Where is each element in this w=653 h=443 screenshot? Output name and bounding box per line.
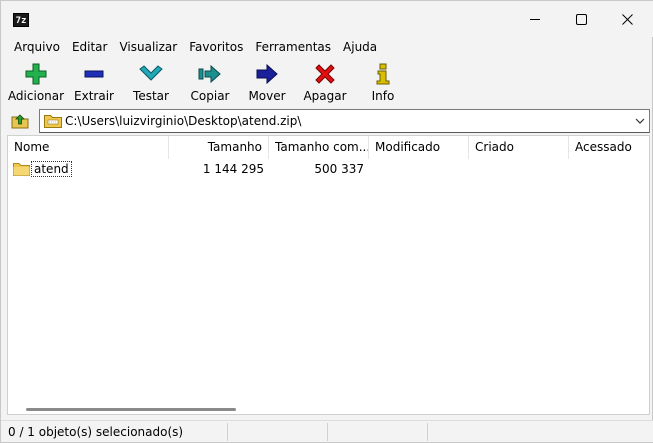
move-label: Mover xyxy=(248,89,286,103)
extract-button[interactable]: Extrair xyxy=(65,59,123,105)
maximize-button[interactable] xyxy=(558,1,604,37)
add-label: Adicionar xyxy=(7,89,65,103)
column-header-created[interactable]: Criado xyxy=(469,136,569,159)
item-modified xyxy=(375,160,469,178)
item-size: 1 144 295 xyxy=(202,162,264,176)
check-icon xyxy=(139,65,163,81)
copy-arrow-icon xyxy=(198,64,221,84)
title-bar: 7z xyxy=(1,1,653,37)
chevron-down-icon[interactable] xyxy=(635,116,645,126)
extract-label: Extrair xyxy=(74,89,114,103)
test-button[interactable]: Testar xyxy=(122,59,180,105)
delete-label: Apagar xyxy=(303,89,347,103)
folder-icon xyxy=(13,163,30,176)
menu-favoritos[interactable]: Favoritos xyxy=(183,37,249,57)
menu-visualizar[interactable]: Visualizar xyxy=(113,37,183,57)
menu-ferramentas[interactable]: Ferramentas xyxy=(249,37,337,57)
close-icon xyxy=(621,13,633,25)
window: 7z Arquivo Editar Visualizar Favoritos F… xyxy=(0,0,653,443)
minimize-button[interactable] xyxy=(512,1,558,37)
plus-icon xyxy=(25,63,47,85)
item-accessed xyxy=(575,160,649,178)
info-label: Info xyxy=(371,89,395,103)
test-label: Testar xyxy=(133,89,169,103)
column-header-name[interactable]: Nome xyxy=(8,136,169,159)
move-button[interactable]: Mover xyxy=(238,59,296,105)
toolbar: Adicionar Extrair Testar Copiar Mover Ap… xyxy=(1,59,653,105)
list-item[interactable]: atend 1 144 295 500 337 xyxy=(8,160,649,178)
menu-ajuda[interactable]: Ajuda xyxy=(337,37,383,57)
list-header: Nome Tamanho Tamanho com... Modificado C… xyxy=(8,136,649,159)
delete-button[interactable]: Apagar xyxy=(296,59,354,105)
copy-button[interactable]: Copiar xyxy=(181,59,239,105)
column-header-accessed[interactable]: Acessado xyxy=(569,136,649,159)
up-folder-button[interactable] xyxy=(9,110,31,132)
column-header-modified[interactable]: Modificado xyxy=(369,136,469,159)
column-header-packed-size[interactable]: Tamanho com... xyxy=(269,136,369,159)
item-packed-size: 500 337 xyxy=(314,162,364,176)
info-button[interactable]: Info xyxy=(354,59,412,105)
item-name-cell: atend xyxy=(13,160,72,178)
item-name: atend xyxy=(31,161,72,177)
menu-bar: Arquivo Editar Visualizar Favoritos Ferr… xyxy=(1,37,653,57)
folder-up-icon xyxy=(11,114,29,129)
delete-x-icon xyxy=(315,64,335,84)
address-path: C:\Users\luizvirginio\Desktop\atend.zip\ xyxy=(65,114,302,128)
address-bar: C:\Users\luizvirginio\Desktop\atend.zip\ xyxy=(1,108,653,134)
maximize-icon xyxy=(575,13,587,25)
minus-icon xyxy=(84,70,104,78)
menu-editar[interactable]: Editar xyxy=(66,37,114,57)
app-icon: 7z xyxy=(13,13,29,27)
move-arrow-icon xyxy=(256,63,278,85)
status-bar: 0 / 1 objeto(s) selecionado(s) xyxy=(1,420,653,442)
file-list[interactable]: Nome Tamanho Tamanho com... Modificado C… xyxy=(7,135,650,415)
horizontal-scrollbar[interactable] xyxy=(26,408,236,411)
add-button[interactable]: Adicionar xyxy=(7,59,65,105)
close-button[interactable] xyxy=(604,1,650,37)
copy-label: Copiar xyxy=(190,89,230,103)
menu-arquivo[interactable]: Arquivo xyxy=(8,37,66,57)
archive-folder-icon xyxy=(44,115,62,128)
minimize-icon xyxy=(530,19,540,20)
status-divider xyxy=(427,423,428,441)
status-text: 0 / 1 objeto(s) selecionado(s) xyxy=(8,425,184,439)
column-header-size[interactable]: Tamanho xyxy=(169,136,269,159)
item-created xyxy=(475,160,569,178)
info-icon xyxy=(376,63,390,85)
address-field[interactable]: C:\Users\luizvirginio\Desktop\atend.zip\ xyxy=(39,109,650,133)
status-divider xyxy=(327,423,328,441)
status-divider xyxy=(227,423,228,441)
